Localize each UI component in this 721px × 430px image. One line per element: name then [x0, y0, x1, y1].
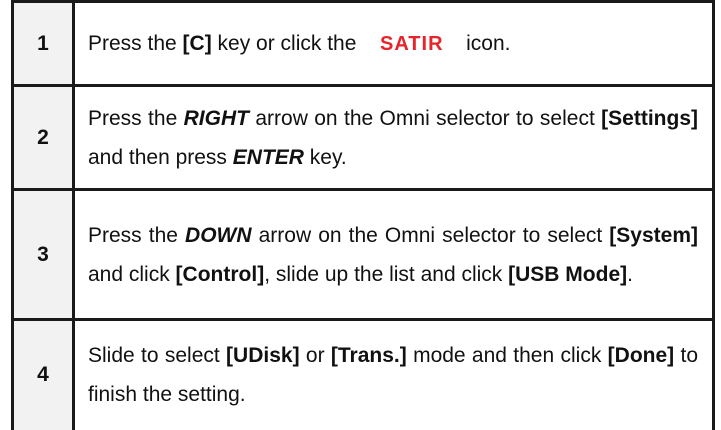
text-segment: Press the [88, 106, 184, 130]
step-number-1: 1 [11, 0, 75, 87]
step-row-3: 3 Press the DOWN arrow on the Omni selec… [11, 188, 715, 321]
key-right: RIGHT [183, 106, 249, 130]
step-text-3: Press the DOWN arrow on the Omni selecto… [72, 188, 715, 321]
step-number-2: 2 [11, 84, 75, 191]
text-segment: key or click the [211, 32, 363, 55]
text-segment: or [299, 344, 331, 368]
step-row-2: 2 Press the RIGHT arrow on the Omni sele… [11, 84, 715, 191]
step-number-4: 4 [11, 318, 75, 430]
text-segment: Press the [88, 223, 186, 247]
step-number-3: 3 [11, 188, 75, 321]
step-text-4: Slide to select [UDisk] or [Trans.] mode… [72, 318, 715, 430]
text-segment: and then press [88, 145, 233, 169]
text-segment: Press the [88, 32, 183, 55]
text-segment: , slide up the list and click [264, 262, 509, 286]
text-segment: mode and then click [406, 344, 608, 368]
text-segment: . [627, 262, 633, 286]
step-row-1: 1 Press the [C] key or click the SATIR i… [11, 0, 715, 87]
text-segment: Slide to select [88, 344, 227, 368]
satir-logo-icon: SATIR [380, 33, 444, 53]
menu-usb-mode: [USB Mode] [508, 262, 628, 286]
menu-settings: [Settings] [601, 106, 698, 130]
key-label-c: [C] [182, 32, 212, 55]
text-segment: key. [303, 145, 347, 169]
step-text-2: Press the RIGHT arrow on the Omni select… [72, 84, 715, 191]
instruction-steps-table: 1 Press the [C] key or click the SATIR i… [11, 0, 715, 430]
text-segment: icon. [460, 32, 511, 55]
key-down: DOWN [185, 223, 252, 247]
text-segment: arrow on the Omni selector to select [251, 223, 610, 247]
key-enter: ENTER [232, 145, 304, 169]
text-segment: and click [88, 262, 176, 286]
satir-logo-text: SATIR [380, 33, 444, 53]
text-segment: arrow on the Omni selector to select [248, 106, 602, 130]
option-udisk: [UDisk] [226, 344, 300, 368]
menu-system: [System] [609, 223, 698, 247]
step-row-4: 4 Slide to select [UDisk] or [Trans.] mo… [11, 318, 715, 430]
menu-control: [Control] [175, 262, 265, 286]
step-text-1: Press the [C] key or click the SATIR ico… [72, 0, 715, 87]
option-trans: [Trans.] [330, 344, 407, 368]
button-done-label: [Done] [607, 344, 675, 368]
